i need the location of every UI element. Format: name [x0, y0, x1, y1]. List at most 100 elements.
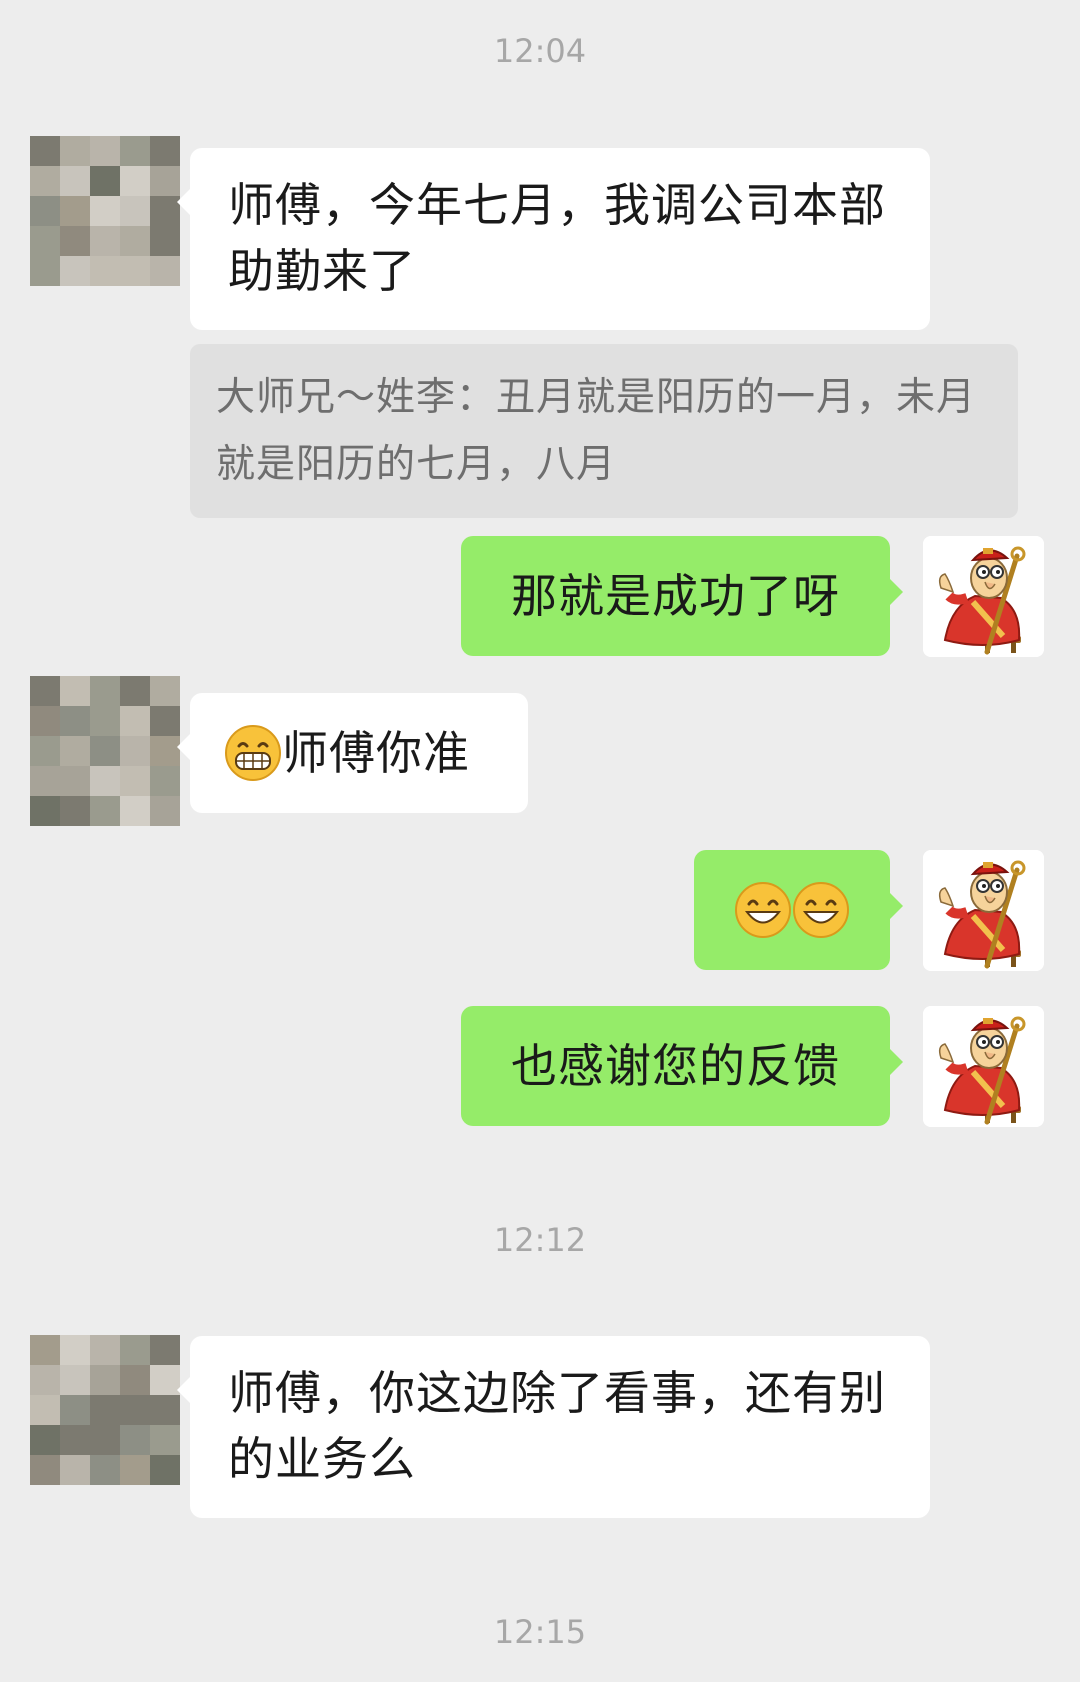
contact-avatar[interactable] [30, 676, 180, 826]
avatar-pixel [30, 1425, 60, 1455]
avatar-pixel [90, 736, 120, 766]
avatar-pixel [150, 796, 180, 826]
avatar-pixel [150, 736, 180, 766]
avatar-pixel [150, 1425, 180, 1455]
avatar-pixel [30, 1455, 60, 1485]
avatar-pixel [120, 136, 150, 166]
timestamp: 12:04 [493, 32, 587, 70]
self-avatar[interactable] [923, 536, 1044, 657]
avatar-pixel [120, 676, 150, 706]
avatar-pixel [30, 1395, 60, 1425]
incoming-message-bubble[interactable]: 师傅，你这边除了看事，还有别的业务么 [177, 1336, 930, 1518]
avatar-pixel [60, 736, 90, 766]
avatar-pixel [150, 1335, 180, 1365]
monk-cartoon-avatar-icon [923, 1006, 1044, 1127]
incoming-message-bubble[interactable]: 师傅你准 [177, 693, 528, 813]
avatar-pixel [90, 1455, 120, 1485]
avatar-pixel [60, 766, 90, 796]
avatar-pixel [60, 196, 90, 226]
avatar-pixel [60, 676, 90, 706]
avatar-pixel [90, 136, 120, 166]
avatar-pixel [90, 706, 120, 736]
avatar-pixel [120, 796, 150, 826]
avatar-pixel [90, 166, 120, 196]
quoted-message-text: 大师兄～姓李：丑月就是阳历的一月，未月就是阳历的七月，八月 [216, 375, 977, 487]
message-text: 师傅，今年七月，我调公司本部助勤来了 [228, 178, 886, 298]
avatar-pixel [150, 1365, 180, 1395]
avatar-pixel [120, 1455, 150, 1485]
avatar-pixel [90, 676, 120, 706]
message-text: 那就是成功了呀 [511, 569, 840, 623]
avatar-pixel [150, 1395, 180, 1425]
avatar-pixel [150, 256, 180, 286]
contact-avatar[interactable] [30, 136, 180, 286]
avatar-pixel [120, 1395, 150, 1425]
avatar-pixel [120, 256, 150, 286]
incoming-message-bubble[interactable]: 师傅，今年七月，我调公司本部助勤来了 [177, 148, 930, 330]
avatar-pixel [120, 1425, 150, 1455]
avatar-pixel [60, 1365, 90, 1395]
avatar-pixel [90, 1335, 120, 1365]
avatar-pixel [120, 226, 150, 256]
avatar-pixel [150, 166, 180, 196]
avatar-pixel [120, 766, 150, 796]
avatar-pixel [120, 736, 150, 766]
avatar-pixel [30, 256, 60, 286]
message-text: 师傅，你这边除了看事，还有别的业务么 [228, 1366, 886, 1486]
avatar-pixel [90, 766, 120, 796]
avatar-pixel [60, 796, 90, 826]
avatar-pixel [90, 226, 120, 256]
smile-face-icon [734, 881, 792, 939]
message-text: 师傅你准 [282, 726, 470, 780]
avatar-pixel [60, 226, 90, 256]
avatar-pixel [60, 1425, 90, 1455]
avatar-pixel [30, 796, 60, 826]
avatar-pixel [30, 226, 60, 256]
avatar-pixel [60, 706, 90, 736]
monk-cartoon-avatar-icon [923, 536, 1044, 657]
self-avatar[interactable] [923, 850, 1044, 971]
outgoing-message-bubble[interactable]: 也感谢您的反馈 [461, 1006, 903, 1126]
avatar-pixel [30, 1365, 60, 1395]
avatar-pixel [60, 1335, 90, 1365]
monk-cartoon-avatar-icon [923, 850, 1044, 971]
avatar-pixel [90, 1365, 120, 1395]
avatar-pixel [90, 196, 120, 226]
avatar-pixel [60, 256, 90, 286]
avatar-pixel [30, 706, 60, 736]
avatar-pixel [30, 1335, 60, 1365]
avatar-pixel [150, 136, 180, 166]
avatar-pixel [150, 196, 180, 226]
smile-face-icon [792, 881, 850, 939]
quoted-message[interactable]: 大师兄～姓李：丑月就是阳历的一月，未月就是阳历的七月，八月 [190, 344, 1018, 518]
avatar-pixel [30, 166, 60, 196]
avatar-pixel [150, 706, 180, 736]
self-avatar[interactable] [923, 1006, 1044, 1127]
avatar-pixel [30, 736, 60, 766]
avatar-pixel [120, 1365, 150, 1395]
timestamp: 12:15 [493, 1613, 587, 1651]
outgoing-message-bubble[interactable] [694, 850, 903, 970]
avatar-pixel [120, 706, 150, 736]
outgoing-message-bubble[interactable]: 那就是成功了呀 [461, 536, 903, 656]
avatar-pixel [120, 166, 150, 196]
grin-face-icon [224, 724, 282, 782]
timestamp: 12:12 [493, 1221, 587, 1259]
message-text: 也感谢您的反馈 [511, 1039, 840, 1093]
avatar-pixel [60, 136, 90, 166]
avatar-pixel [150, 1455, 180, 1485]
avatar-pixel [90, 796, 120, 826]
avatar-pixel [150, 226, 180, 256]
avatar-pixel [30, 136, 60, 166]
avatar-pixel [120, 196, 150, 226]
avatar-pixel [90, 1425, 120, 1455]
avatar-pixel [60, 1455, 90, 1485]
avatar-pixel [60, 1395, 90, 1425]
contact-avatar[interactable] [30, 1335, 180, 1485]
avatar-pixel [120, 1335, 150, 1365]
avatar-pixel [150, 766, 180, 796]
avatar-pixel [30, 676, 60, 706]
avatar-pixel [30, 766, 60, 796]
avatar-pixel [150, 676, 180, 706]
avatar-pixel [60, 166, 90, 196]
